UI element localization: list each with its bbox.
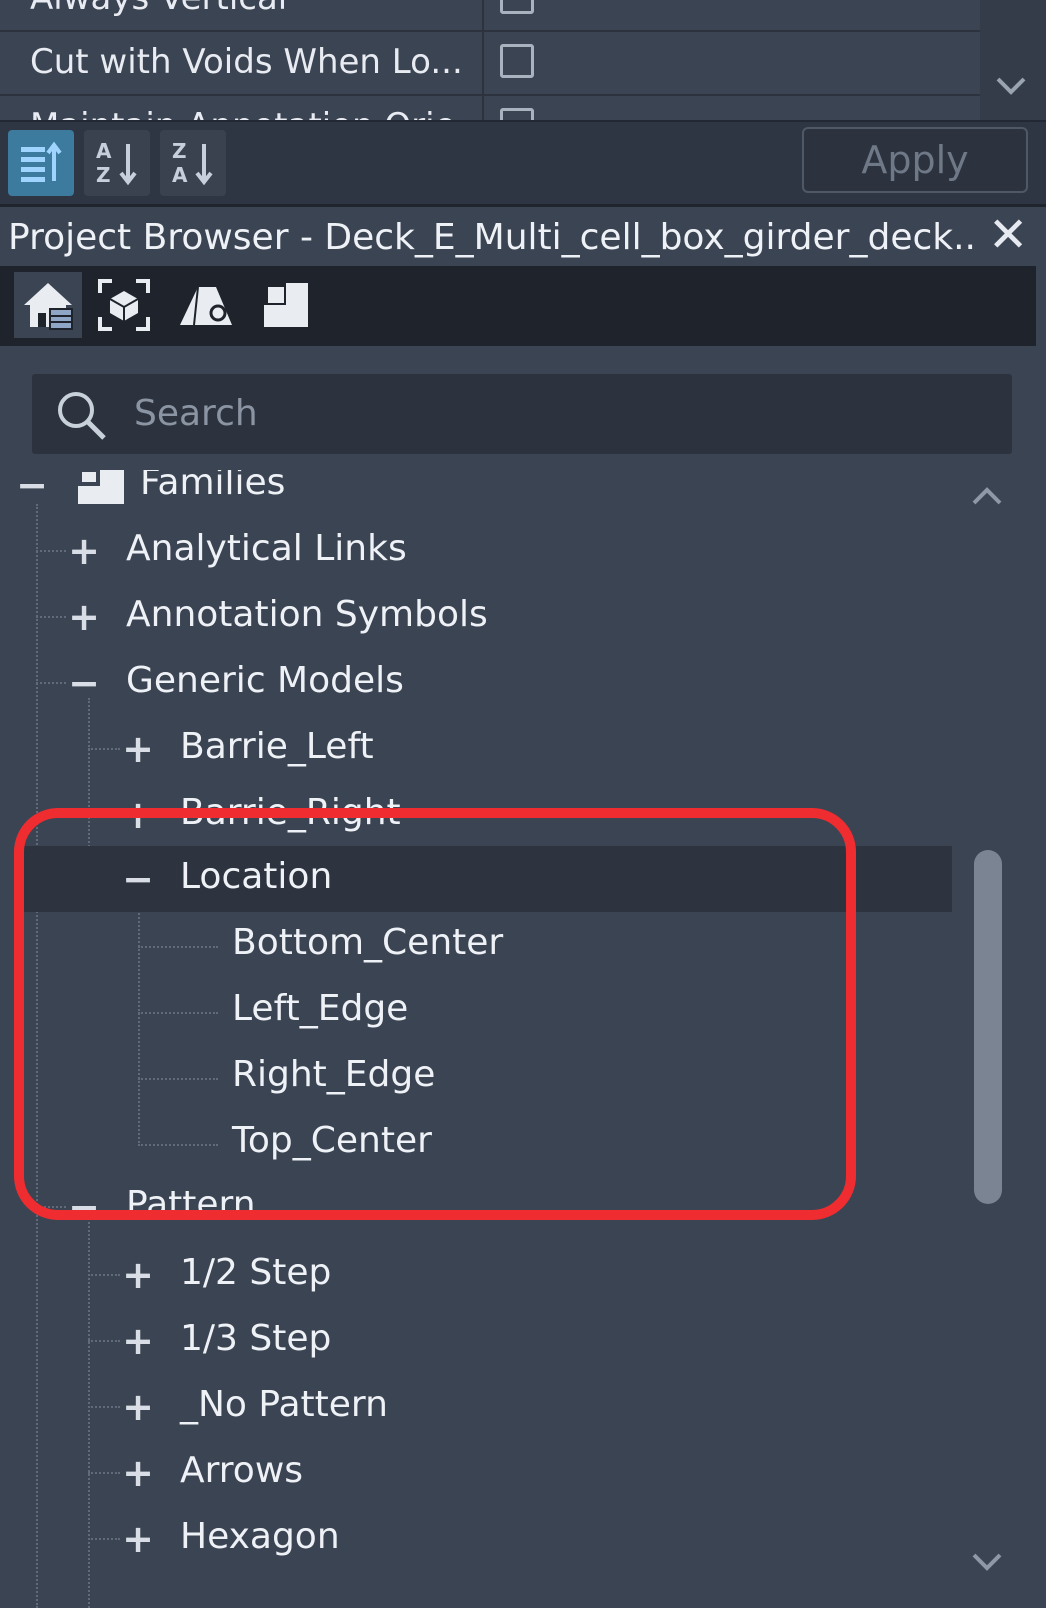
property-label: Maintain Annotation Orie... — [30, 106, 480, 120]
always-vertical-checkbox[interactable] — [500, 0, 534, 14]
tree-item-label: Location — [180, 856, 333, 897]
tree-item-top-center[interactable]: Top_Center — [0, 1110, 975, 1176]
project-browser-title: Project Browser - Deck_E_Multi_cell_box_… — [8, 217, 976, 258]
tree-item-label: Families — [140, 470, 286, 503]
svg-text:A: A — [96, 139, 112, 163]
project-browser-tree: − Families + Analytical Links + Annotati… — [0, 470, 980, 1608]
tree-item-label: Generic Models — [126, 660, 404, 701]
tree-item-label: Pattern — [126, 1184, 256, 1225]
cut-with-voids-checkbox[interactable] — [500, 44, 534, 78]
sort-by-category-button[interactable] — [8, 130, 74, 196]
chevron-up-icon[interactable] — [970, 476, 1004, 516]
svg-text:Z: Z — [96, 163, 111, 187]
collapse-toggle[interactable]: − — [12, 470, 52, 510]
properties-panel: Always Vertical Cut with Voids When Lo..… — [0, 0, 1046, 120]
close-icon[interactable]: ✕ — [988, 209, 1028, 261]
expand-toggle[interactable]: + — [118, 1448, 158, 1498]
tree-item-label: Analytical Links — [126, 528, 407, 569]
tree-item-barrie-right[interactable]: + Barrie_Right — [0, 782, 975, 848]
tree-item-label: 1/3 Step — [180, 1318, 332, 1359]
tree-item-bottom-center[interactable]: Bottom_Center — [0, 912, 975, 978]
collapse-toggle[interactable]: − — [118, 854, 158, 904]
family-icon — [264, 283, 308, 327]
svg-text:Z: Z — [172, 139, 187, 163]
property-label: Cut with Voids When Lo... — [30, 42, 463, 82]
tree-item-families[interactable]: − Families — [0, 470, 975, 518]
tree-item-label: Arrows — [180, 1450, 304, 1491]
scrollbar-thumb[interactable] — [974, 850, 1002, 1204]
tree-item-label: Top_Center — [232, 1120, 432, 1161]
expand-toggle[interactable]: + — [118, 1250, 158, 1300]
expand-toggle[interactable]: + — [64, 592, 104, 642]
tree-item-label: Barrie_Left — [180, 726, 374, 767]
expand-toggle[interactable]: + — [64, 526, 104, 576]
expand-toggle[interactable]: + — [118, 1316, 158, 1366]
tab-families[interactable] — [252, 272, 320, 338]
home-icon — [24, 283, 73, 330]
tree-item-label: Left_Edge — [232, 988, 409, 1029]
svg-text:A: A — [172, 163, 188, 187]
collapse-toggle[interactable]: − — [64, 658, 104, 708]
tree-scrollbar[interactable] — [958, 470, 1026, 1608]
tree-item-label: Bottom_Center — [232, 922, 504, 963]
property-row-always-vertical: Always Vertical — [0, 0, 980, 32]
sort-ascending-button[interactable]: A Z — [84, 130, 150, 196]
tree-item-pattern[interactable]: − Pattern — [0, 1174, 975, 1240]
tab-3d-views[interactable] — [90, 272, 158, 338]
sort-az-icon: A Z — [96, 139, 137, 187]
properties-toolbar: A Z Z A Apply — [0, 120, 1046, 206]
tree-item-hexagon[interactable]: + Hexagon — [0, 1506, 975, 1572]
maintain-annotation-checkbox[interactable] — [500, 108, 534, 120]
expand-toggle[interactable]: + — [118, 1514, 158, 1564]
sheet-icon — [180, 286, 232, 326]
tab-sheets[interactable] — [172, 272, 240, 338]
tree-item-label: Annotation Symbols — [126, 594, 488, 635]
sort-descending-button[interactable]: Z A — [160, 130, 226, 196]
properties-scrollbar[interactable] — [980, 0, 1046, 120]
tree-item-label: _No Pattern — [180, 1384, 388, 1425]
search-input[interactable] — [132, 382, 996, 444]
project-browser-title-bar: Project Browser - Deck_E_Multi_cell_box_… — [0, 204, 1046, 269]
expand-toggle[interactable]: + — [118, 724, 158, 774]
tree-item-label: Barrie_Right — [180, 792, 401, 833]
tab-home[interactable] — [14, 272, 82, 338]
expand-toggle[interactable]: + — [118, 1382, 158, 1432]
chevron-down-icon[interactable] — [970, 1542, 1004, 1582]
tree-item-annotation-symbols[interactable]: + Annotation Symbols — [0, 584, 975, 650]
tree-item-location[interactable]: − Location — [20, 846, 952, 912]
tree-item-right-edge[interactable]: Right_Edge — [0, 1044, 975, 1110]
tree-item-arrows[interactable]: + Arrows — [0, 1440, 975, 1506]
tree-item-half-step[interactable]: + 1/2 Step — [0, 1242, 975, 1308]
cube-icon — [98, 279, 150, 331]
tree-item-analytical-links[interactable]: + Analytical Links — [0, 518, 975, 584]
tree-item-no-pattern[interactable]: + _No Pattern — [0, 1374, 975, 1440]
tree-item-label: Hexagon — [180, 1516, 340, 1557]
collapse-toggle[interactable]: − — [64, 1182, 104, 1232]
property-label: Always Vertical — [30, 0, 480, 18]
search-box — [32, 374, 1012, 454]
family-icon — [78, 470, 124, 504]
tree-item-label: 1/2 Step — [180, 1252, 332, 1293]
expand-toggle[interactable]: + — [118, 790, 158, 840]
sort-za-icon: Z A — [172, 139, 213, 187]
tree-item-generic-models[interactable]: − Generic Models — [0, 650, 975, 716]
tree-item-third-step[interactable]: + 1/3 Step — [0, 1308, 975, 1374]
browser-view-tabs — [0, 266, 1036, 346]
chevron-down-icon[interactable] — [994, 70, 1028, 105]
tree-item-barrie-left[interactable]: + Barrie_Left — [0, 716, 975, 782]
tree-item-label: Right_Edge — [232, 1054, 436, 1095]
tree-item-left-edge[interactable]: Left_Edge — [0, 978, 975, 1044]
property-row-cut-with-voids: Cut with Voids When Lo... — [0, 30, 980, 96]
apply-button[interactable]: Apply — [802, 127, 1028, 193]
search-icon — [54, 388, 110, 448]
categorize-icon — [21, 141, 62, 182]
property-row-maintain-annotation: Maintain Annotation Orie... — [0, 94, 980, 120]
